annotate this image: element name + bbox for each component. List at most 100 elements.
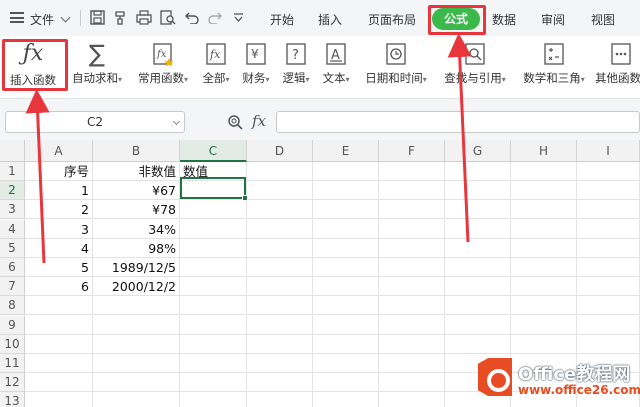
cell-G8[interactable] — [445, 296, 511, 315]
cell-E12[interactable] — [313, 373, 379, 392]
cell-F9[interactable] — [379, 316, 445, 335]
cell-F2[interactable] — [379, 181, 445, 200]
tab-view[interactable]: 视图 — [591, 11, 615, 28]
cell-H4[interactable] — [511, 220, 577, 239]
column-header-D[interactable]: D — [247, 140, 313, 162]
cell-H9[interactable] — [511, 316, 577, 335]
cell-E8[interactable] — [313, 296, 379, 315]
cell-B2[interactable]: ¥67 — [93, 181, 180, 200]
row-header-5[interactable]: 5 — [0, 239, 25, 258]
cell-E5[interactable] — [313, 239, 379, 258]
file-menu[interactable]: 文件 — [30, 11, 54, 28]
more-functions-button[interactable]: 其他函数 — [595, 40, 640, 94]
cell-B4[interactable]: 34% — [93, 220, 180, 239]
cell-D3[interactable] — [247, 200, 313, 219]
cell-G7[interactable] — [445, 277, 511, 296]
column-header-I[interactable]: I — [577, 140, 640, 162]
financial-button[interactable]: ¥ 财务▾ — [236, 40, 276, 94]
cell-A10[interactable] — [25, 335, 93, 354]
cell-H6[interactable] — [511, 258, 577, 277]
cell-B11[interactable] — [93, 354, 180, 373]
cell-A3[interactable]: 2 — [25, 200, 93, 219]
cell-H1[interactable] — [511, 162, 577, 181]
cell-A8[interactable] — [25, 296, 93, 315]
cell-E9[interactable] — [313, 316, 379, 335]
row-header-2[interactable]: 2 — [0, 181, 25, 200]
cell-D12[interactable] — [247, 373, 313, 392]
fx-label[interactable]: fx — [252, 112, 266, 130]
cell-B8[interactable] — [93, 296, 180, 315]
tab-home[interactable]: 开始 — [270, 11, 294, 28]
cell-A5[interactable]: 4 — [25, 239, 93, 258]
cell-C11[interactable] — [180, 354, 247, 373]
cell-G2[interactable] — [445, 181, 511, 200]
cell-G1[interactable] — [445, 162, 511, 181]
cell-D8[interactable] — [247, 296, 313, 315]
cell-C5[interactable] — [180, 239, 247, 258]
cell-B5[interactable]: 98% — [93, 239, 180, 258]
redo-icon[interactable] — [208, 11, 222, 24]
cell-E13[interactable] — [313, 392, 379, 407]
row-header-4[interactable]: 4 — [0, 220, 25, 239]
format-painter-icon[interactable] — [113, 10, 128, 25]
column-header-F[interactable]: F — [379, 140, 445, 162]
cell-E4[interactable] — [313, 220, 379, 239]
cell-B3[interactable]: ¥78 — [93, 200, 180, 219]
cell-F4[interactable] — [379, 220, 445, 239]
cell-D2[interactable] — [247, 181, 313, 200]
column-header-A[interactable]: A — [25, 140, 93, 162]
row-header-1[interactable]: 1 — [0, 162, 25, 181]
customize-toolbar-icon[interactable] — [233, 13, 244, 23]
save-icon[interactable] — [90, 10, 105, 25]
cell-B12[interactable] — [93, 373, 180, 392]
cell-E1[interactable] — [313, 162, 379, 181]
active-cell-C2[interactable] — [180, 177, 248, 201]
logical-button[interactable]: ? 逻辑▾ — [276, 40, 316, 94]
cell-E7[interactable] — [313, 277, 379, 296]
cell-D6[interactable] — [247, 258, 313, 277]
cell-I8[interactable] — [577, 296, 640, 315]
cell-I2[interactable] — [577, 181, 640, 200]
cell-G4[interactable] — [445, 220, 511, 239]
cell-C7[interactable] — [180, 277, 247, 296]
cell-C6[interactable] — [180, 258, 247, 277]
cell-G6[interactable] — [445, 258, 511, 277]
row-header-11[interactable]: 11 — [0, 354, 25, 373]
cell-D13[interactable] — [247, 392, 313, 407]
cell-C9[interactable] — [180, 316, 247, 335]
cell-H2[interactable] — [511, 181, 577, 200]
text-button[interactable]: A 文本▾ — [316, 40, 356, 94]
cell-G5[interactable] — [445, 239, 511, 258]
cell-B1[interactable]: 非数值 — [93, 162, 180, 181]
cell-G3[interactable] — [445, 200, 511, 219]
date-time-button[interactable]: 日期和时间▾ — [358, 40, 434, 94]
cell-C10[interactable] — [180, 335, 247, 354]
cell-C3[interactable] — [180, 200, 247, 219]
autosum-button[interactable]: ∑ 自动求和▾ — [64, 40, 130, 94]
cell-A1[interactable]: 序号 — [25, 162, 93, 181]
cell-F8[interactable] — [379, 296, 445, 315]
cell-F11[interactable] — [379, 354, 445, 373]
cell-D5[interactable] — [247, 239, 313, 258]
cell-A11[interactable] — [25, 354, 93, 373]
cell-D11[interactable] — [247, 354, 313, 373]
cell-A6[interactable]: 5 — [25, 258, 93, 277]
row-header-6[interactable]: 6 — [0, 258, 25, 277]
cell-F1[interactable] — [379, 162, 445, 181]
cell-A4[interactable]: 3 — [25, 220, 93, 239]
lookup-reference-button[interactable]: 查找与引用▾ — [438, 40, 512, 94]
cell-H5[interactable] — [511, 239, 577, 258]
undo-icon[interactable] — [185, 11, 199, 24]
row-header-3[interactable]: 3 — [0, 200, 25, 219]
cell-B10[interactable] — [93, 335, 180, 354]
print-preview-icon[interactable] — [160, 10, 176, 25]
cell-I5[interactable] — [577, 239, 640, 258]
cell-F13[interactable] — [379, 392, 445, 407]
all-functions-button[interactable]: fx 全部▾ — [196, 40, 236, 94]
zoom-search-icon[interactable] — [227, 114, 243, 130]
column-header-G[interactable]: G — [445, 140, 511, 162]
row-header-8[interactable]: 8 — [0, 296, 25, 315]
cell-B13[interactable] — [93, 392, 180, 407]
cell-A9[interactable] — [25, 316, 93, 335]
cell-I9[interactable] — [577, 316, 640, 335]
